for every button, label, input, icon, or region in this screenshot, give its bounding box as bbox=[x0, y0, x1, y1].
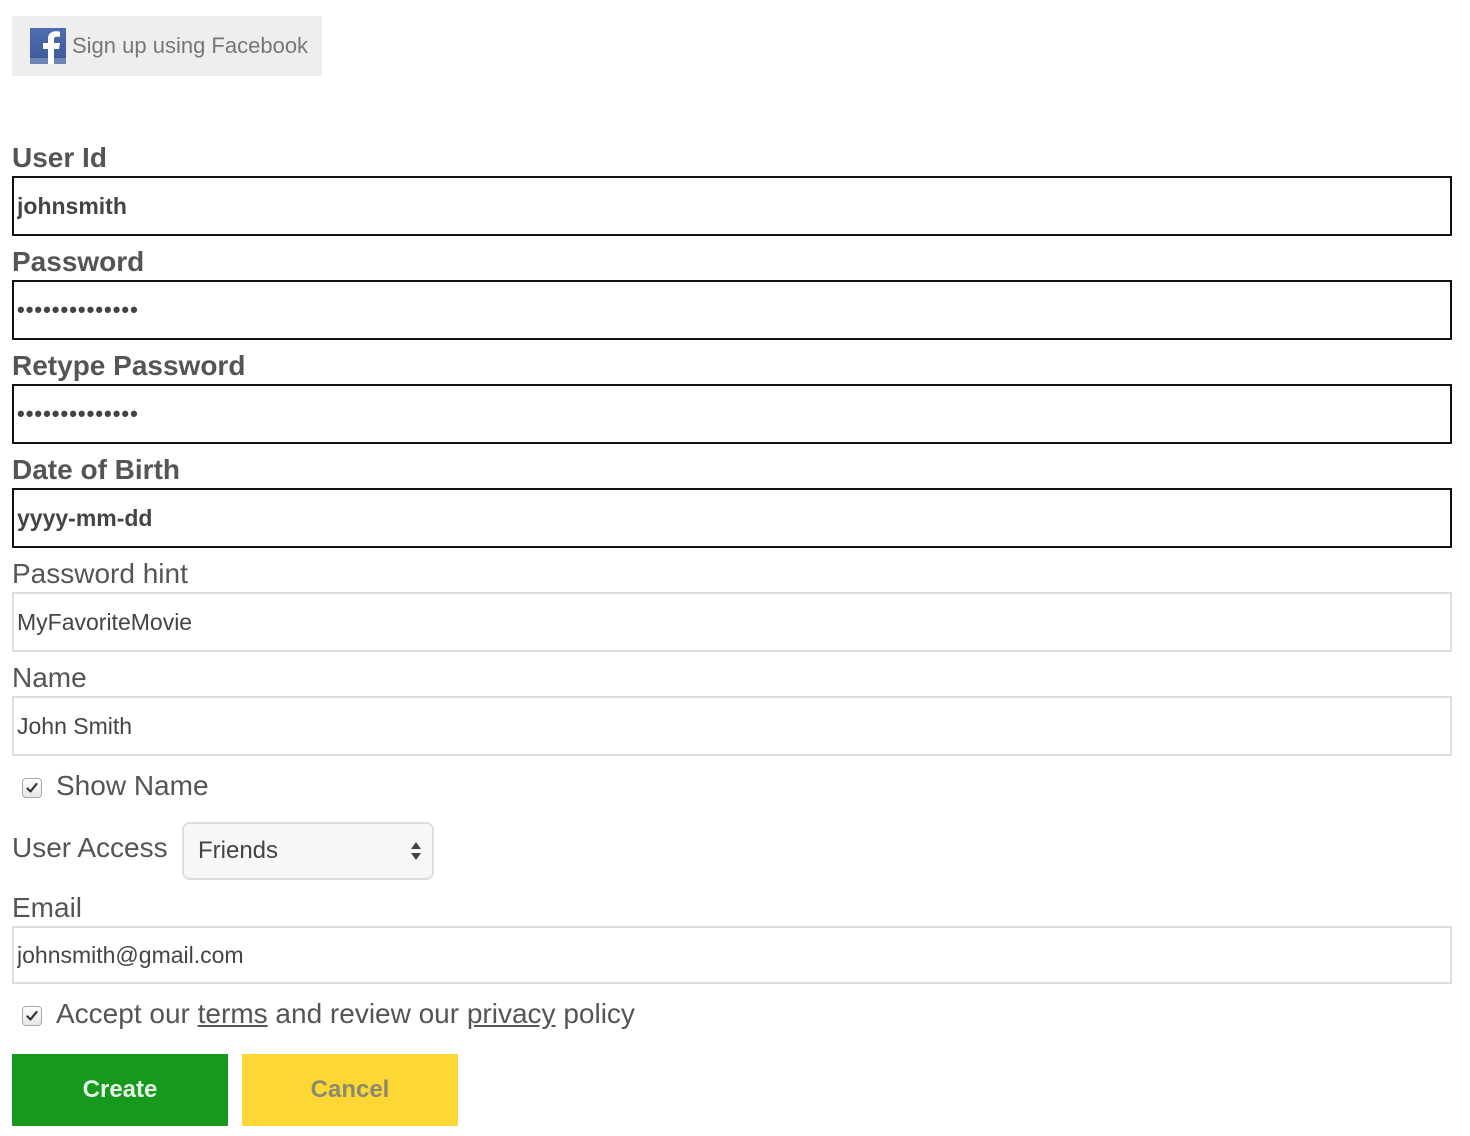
accept-middle: and review our bbox=[267, 998, 467, 1029]
terms-link[interactable]: terms bbox=[198, 998, 268, 1029]
user-access-label: User Access bbox=[12, 832, 168, 863]
checkmark-icon bbox=[26, 1010, 38, 1021]
privacy-link[interactable]: privacy bbox=[467, 998, 556, 1029]
password-hint-label: Password hint bbox=[12, 558, 188, 589]
accept-terms-checkbox[interactable] bbox=[22, 1006, 42, 1026]
name-input[interactable] bbox=[12, 696, 1452, 756]
user-id-input[interactable] bbox=[12, 176, 1452, 236]
email-input[interactable] bbox=[12, 926, 1452, 984]
accept-suffix: policy bbox=[555, 998, 635, 1029]
accept-terms-label: Accept our terms and review our privacy … bbox=[56, 1000, 635, 1028]
email-label: Email bbox=[12, 892, 83, 923]
checkmark-icon bbox=[26, 782, 38, 793]
cancel-button[interactable]: Cancel bbox=[242, 1054, 458, 1126]
signup-page: Sign up using Facebook User Id Password … bbox=[0, 0, 1470, 1136]
password-label: Password bbox=[12, 246, 145, 277]
retype-password-input[interactable] bbox=[12, 384, 1452, 444]
select-arrows-icon bbox=[411, 842, 421, 860]
user-id-label: User Id bbox=[12, 142, 107, 173]
accept-prefix: Accept our bbox=[56, 998, 198, 1029]
facebook-signup-button[interactable]: Sign up using Facebook bbox=[12, 16, 322, 76]
date-of-birth-label: Date of Birth bbox=[12, 454, 180, 485]
name-label: Name bbox=[12, 662, 87, 693]
retype-password-label: Retype Password bbox=[12, 350, 246, 381]
show-name-checkbox[interactable] bbox=[22, 778, 42, 798]
date-of-birth-input[interactable] bbox=[12, 488, 1452, 548]
facebook-signup-label: Sign up using Facebook bbox=[72, 33, 309, 58]
user-access-selected-value: Friends bbox=[198, 837, 279, 864]
password-hint-input[interactable] bbox=[12, 592, 1452, 652]
create-button[interactable]: Create bbox=[12, 1054, 228, 1126]
show-name-label: Show Name bbox=[56, 770, 209, 801]
facebook-icon bbox=[30, 28, 66, 64]
user-access-select[interactable]: Friends bbox=[182, 822, 434, 880]
password-input[interactable] bbox=[12, 280, 1452, 340]
